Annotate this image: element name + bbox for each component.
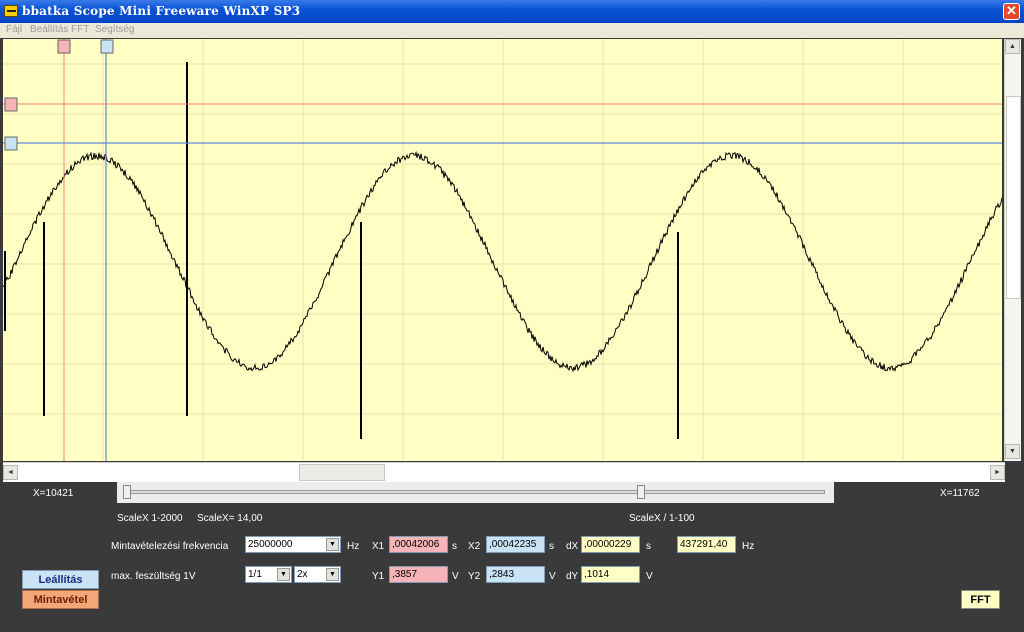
- menu-help[interactable]: Segítség: [95, 24, 134, 35]
- x-range-start-thumb[interactable]: [123, 485, 131, 499]
- y1-label: Y1: [372, 571, 385, 582]
- horizontal-scroll-thumb[interactable]: [299, 464, 385, 481]
- menu-fft[interactable]: FFT: [71, 24, 89, 35]
- frequency-unit: Hz: [742, 541, 755, 552]
- y1-unit: V: [452, 571, 459, 582]
- x2-label: X2: [468, 541, 481, 552]
- scalex-div-label: ScaleX / 1-100: [629, 513, 695, 524]
- x1-label: X1: [372, 541, 385, 552]
- waveform-canvas[interactable]: [3, 39, 1002, 461]
- y2-field[interactable]: ,2843: [486, 566, 545, 583]
- scalex-value-label: ScaleX= 14,00: [197, 513, 263, 524]
- dy-unit: V: [646, 571, 653, 582]
- scroll-up-button[interactable]: ▲: [1005, 39, 1020, 54]
- x-left-readout: X=10421: [33, 488, 74, 499]
- scroll-right-button[interactable]: ►: [990, 465, 1005, 480]
- horizontal-scrollbar[interactable]: ◄ ►: [3, 462, 1005, 482]
- dy-label: dY: [566, 571, 579, 582]
- menu-settings[interactable]: Beállítás: [30, 24, 68, 35]
- stop-button[interactable]: Leállítás: [22, 570, 99, 589]
- sample-frequency-select[interactable]: 25000000 ▼: [245, 536, 341, 553]
- chevron-down-icon[interactable]: ▼: [326, 538, 339, 551]
- gain-select[interactable]: 2x ▼: [294, 566, 341, 583]
- voltage-divider-select[interactable]: 1/1 ▼: [245, 566, 292, 583]
- y1-field[interactable]: ,3857: [389, 566, 448, 583]
- gain-value: 2x: [297, 569, 308, 580]
- x2-unit: s: [549, 541, 554, 552]
- cursor-y2-handle: [4, 136, 18, 151]
- y2-label: Y2: [468, 571, 481, 582]
- chevron-down-icon[interactable]: ▼: [326, 568, 339, 581]
- vertical-scroll-thumb[interactable]: [1006, 96, 1021, 299]
- dy-field[interactable]: ,1014: [581, 566, 640, 583]
- sample-button[interactable]: Mintavétel: [22, 590, 99, 609]
- x-range-slider[interactable]: [117, 482, 834, 503]
- cursor-y1-handle: [4, 97, 18, 112]
- sample-frequency-label: Mintavételezési frekvencia: [111, 541, 229, 552]
- menu-bar: Fájl Beállítás FFT Segítség: [0, 23, 1024, 38]
- vertical-scrollbar[interactable]: ▲ ▼: [1004, 39, 1021, 461]
- close-button[interactable]: ✕: [1003, 3, 1020, 20]
- x-right-readout: X=11762: [940, 488, 980, 499]
- oscilloscope-plot[interactable]: [3, 39, 1002, 461]
- x2-field[interactable]: ,00042235: [486, 536, 545, 553]
- max-voltage-label: max. feszültség 1V: [111, 571, 196, 582]
- x1-field[interactable]: ,00042006: [389, 536, 448, 553]
- frequency-field[interactable]: 437291,40: [677, 536, 736, 553]
- x-range-end-thumb[interactable]: [637, 485, 645, 499]
- y2-unit: V: [549, 571, 556, 582]
- scroll-down-button[interactable]: ▼: [1005, 444, 1020, 459]
- x-range-slider-track: [127, 490, 825, 494]
- scroll-left-button[interactable]: ◄: [3, 465, 18, 480]
- dx-field[interactable]: ,00000229: [581, 536, 640, 553]
- app-icon: [4, 5, 18, 17]
- chevron-down-icon[interactable]: ▼: [277, 568, 290, 581]
- cursor-x2-handle: [100, 39, 114, 54]
- x1-unit: s: [452, 541, 457, 552]
- dx-unit: s: [646, 541, 651, 552]
- menu-file[interactable]: Fájl: [6, 24, 22, 35]
- sample-frequency-unit: Hz: [347, 541, 360, 552]
- cursor-x1-handle: [57, 39, 71, 54]
- sample-frequency-value: 25000000: [248, 539, 293, 550]
- dx-label: dX: [566, 541, 579, 552]
- voltage-divider-value: 1/1: [248, 569, 262, 580]
- scalex-range-label: ScaleX 1-2000: [117, 513, 183, 524]
- fft-button[interactable]: FFT: [961, 590, 1000, 609]
- window-title: bbatka Scope Mini Freeware WinXP SP3: [22, 4, 301, 18]
